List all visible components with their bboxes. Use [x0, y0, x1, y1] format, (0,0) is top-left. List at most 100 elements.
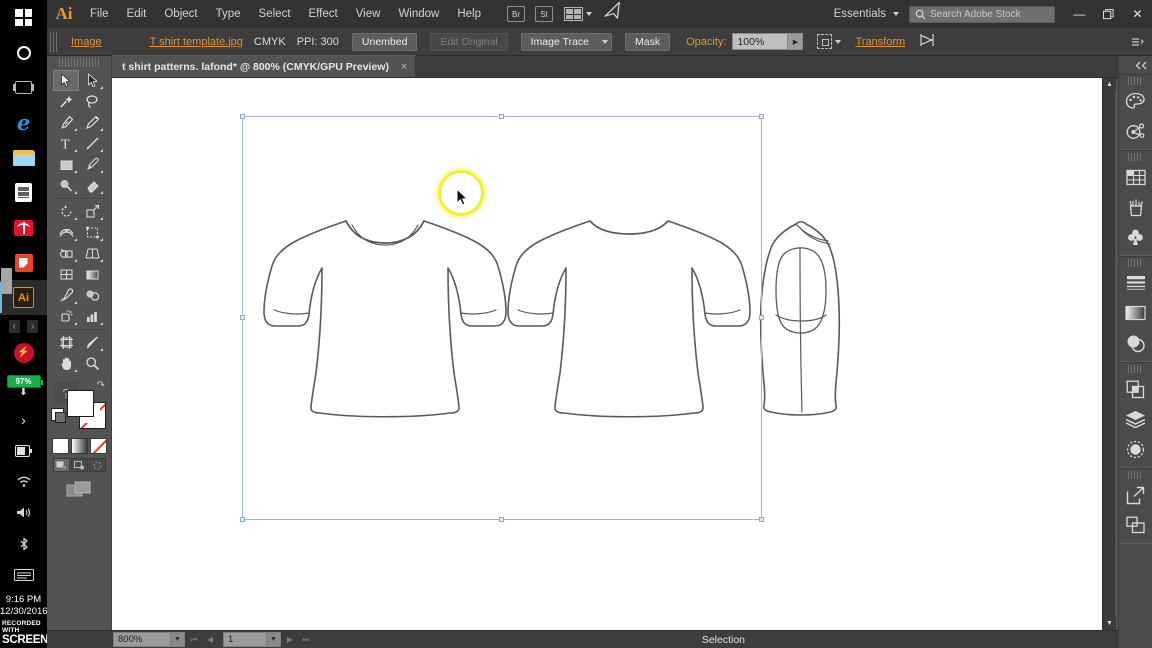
menu-file[interactable]: File: [81, 0, 118, 28]
tray-expand-button[interactable]: ›: [0, 404, 47, 435]
tools-panel-grip[interactable]: [59, 58, 99, 67]
vertical-scroll-thumb[interactable]: [1, 268, 12, 294]
fill-swatch[interactable]: [67, 390, 94, 417]
gradient-tool[interactable]: [79, 264, 105, 285]
appearance-panel-icon[interactable]: [1119, 434, 1152, 464]
close-button[interactable]: ✕: [1123, 0, 1152, 28]
share-behance-button[interactable]: [601, 1, 627, 28]
document-tab[interactable]: t shirt patterns. lafond* @ 800% (CMYK/G…: [112, 55, 417, 77]
stroke-panel-icon[interactable]: [1119, 268, 1152, 298]
scroll-up-arrow-icon[interactable]: ▲: [1103, 78, 1116, 91]
control-bar-grip[interactable]: [50, 31, 59, 52]
artboard-tool[interactable]: [53, 332, 79, 353]
canvas-vertical-scrollbar[interactable]: ▲ ▼: [1102, 78, 1116, 630]
symbol-sprayer-tool[interactable]: [53, 306, 79, 327]
opacity-input[interactable]: 100%: [732, 33, 789, 50]
symbols-panel-icon[interactable]: [1119, 222, 1152, 252]
selection-handle-top-right[interactable]: [759, 114, 764, 119]
artboard-number-input[interactable]: 1: [223, 632, 267, 647]
rotate-tool[interactable]: [53, 201, 79, 222]
selection-handle-middle-left[interactable]: [240, 315, 245, 320]
zoom-tool[interactable]: [79, 353, 105, 374]
collapse-panels-button[interactable]: [1119, 56, 1152, 74]
image-selection-bounds[interactable]: [240, 114, 764, 522]
eyedropper-tool[interactable]: [53, 285, 79, 306]
canvas-area[interactable]: [112, 78, 1114, 630]
brushes-panel-icon[interactable]: [1119, 192, 1152, 222]
dock-group-grip[interactable]: [1128, 259, 1143, 267]
menu-effect[interactable]: Effect: [300, 0, 347, 28]
transparency-panel-icon[interactable]: [1119, 328, 1152, 358]
dock-group-grip[interactable]: [1128, 471, 1143, 479]
selection-handle-top-left[interactable]: [240, 114, 245, 119]
opacity-stepper-icon[interactable]: ▶: [788, 33, 804, 50]
pathfinder-panel-icon[interactable]: [1119, 374, 1152, 404]
power-tray-button[interactable]: [0, 435, 47, 466]
none-button[interactable]: [89, 438, 107, 454]
menu-window[interactable]: Window: [389, 0, 448, 28]
align-dropdown-icon[interactable]: [817, 34, 833, 49]
mask-button[interactable]: Mask: [625, 32, 671, 51]
file-explorer-button[interactable]: [0, 140, 47, 175]
bridge-button[interactable]: Br: [507, 6, 525, 22]
selection-handle-bottom-center[interactable]: [499, 517, 504, 522]
object-type-label[interactable]: Image: [71, 36, 102, 48]
battery-status[interactable]: 97% ⬇: [0, 368, 47, 404]
control-bar-more-options[interactable]: [1132, 37, 1144, 47]
lasso-tool[interactable]: [79, 91, 105, 112]
network-tray-button[interactable]: [0, 466, 47, 497]
paintbrush-tool[interactable]: [79, 154, 105, 175]
scale-tool[interactable]: [79, 201, 105, 222]
previous-artboard-button[interactable]: ◀: [203, 632, 217, 648]
linked-file-name[interactable]: T shirt template.jpg: [150, 36, 243, 48]
slice-tool[interactable]: [79, 332, 105, 353]
close-icon[interactable]: ×: [401, 61, 407, 73]
arrange-documents-button[interactable]: [558, 7, 592, 21]
restore-button[interactable]: [1094, 0, 1123, 28]
mesh-tool[interactable]: [53, 264, 79, 285]
recolor-artwork-icon[interactable]: [919, 33, 935, 50]
workspace-chevron-down-icon[interactable]: [893, 12, 899, 16]
eraser-tool[interactable]: [79, 175, 105, 196]
pen-tool[interactable]: [53, 112, 79, 133]
default-fill-stroke-icon[interactable]: [51, 408, 66, 423]
volume-tray-button[interactable]: [0, 497, 47, 528]
align-panel-icon[interactable]: [1119, 510, 1152, 540]
tray-overflow-buttons[interactable]: ‹ ›: [0, 315, 47, 337]
transform-label[interactable]: Transform: [855, 36, 905, 48]
color-guide-panel-icon[interactable]: [1119, 116, 1152, 146]
zoom-level-input[interactable]: 800%: [113, 632, 171, 647]
menu-edit[interactable]: Edit: [118, 0, 156, 28]
first-artboard-button[interactable]: ⏮: [187, 632, 201, 648]
asset-export-panel-icon[interactable]: [1119, 480, 1152, 510]
blend-tool[interactable]: [79, 285, 105, 306]
image-trace-chevron-down-icon[interactable]: [598, 32, 613, 51]
tray-next-icon[interactable]: ›: [27, 319, 39, 333]
taskbar-clock[interactable]: 9:16 PM 12/30/2016: [0, 590, 48, 620]
layers-panel-icon[interactable]: [1119, 404, 1152, 434]
swap-fill-stroke-icon[interactable]: ↷: [97, 380, 105, 391]
perspective-grid-tool[interactable]: [79, 243, 105, 264]
menu-view[interactable]: View: [347, 0, 390, 28]
selection-handle-middle-right[interactable]: [759, 315, 764, 320]
security-tray-button[interactable]: ⚡: [0, 337, 47, 368]
line-segment-tool[interactable]: [79, 133, 105, 154]
hand-tool[interactable]: [53, 353, 79, 374]
cortana-button[interactable]: [0, 35, 47, 70]
gradient-panel-icon[interactable]: [1119, 298, 1152, 328]
last-artboard-button[interactable]: ⏭: [299, 632, 313, 648]
menu-object[interactable]: Object: [155, 0, 206, 28]
draw-behind-button[interactable]: [70, 458, 88, 472]
column-graph-tool[interactable]: [79, 306, 105, 327]
keyboard-tray-button[interactable]: [0, 559, 47, 590]
rectangle-tool[interactable]: [53, 154, 79, 175]
adobe-stock-search[interactable]: Search Adobe Stock: [909, 5, 1055, 23]
selection-handle-bottom-left[interactable]: [240, 517, 245, 522]
dock-group-grip[interactable]: [1128, 365, 1143, 373]
tray-prev-icon[interactable]: ‹: [8, 319, 20, 333]
draw-inside-button[interactable]: [88, 458, 106, 472]
dock-group-grip[interactable]: [1128, 77, 1143, 85]
image-trace-button[interactable]: Image Trace: [520, 32, 600, 51]
artboards-panel-icon[interactable]: [1119, 162, 1152, 192]
edge-button[interactable]: e: [0, 105, 47, 140]
